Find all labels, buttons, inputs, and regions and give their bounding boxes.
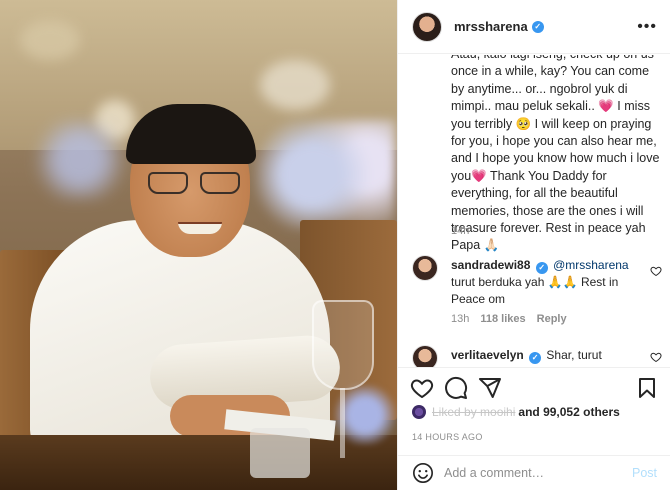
post-photo[interactable] (0, 0, 397, 490)
post-button[interactable]: Post (632, 466, 657, 480)
avatar (412, 405, 426, 419)
verified-badge-icon: ✓ (535, 262, 548, 274)
ellipsis-icon[interactable]: ••• (637, 18, 657, 36)
verified-badge-icon: ✓ (531, 20, 544, 33)
comment-username[interactable]: sandradewi88 (451, 258, 530, 272)
avatar[interactable] (412, 345, 438, 367)
avatar[interactable] (412, 11, 442, 42)
photo-flowers (255, 120, 395, 230)
caption-timestamp[interactable]: 14h (451, 225, 469, 237)
heart-icon[interactable] (410, 376, 434, 400)
post-caption: Atau, kalo lagi iseng, check up on us on… (451, 55, 660, 253)
comment-icon[interactable] (444, 376, 468, 400)
likes-summary[interactable]: Liked by mooihi and 99,052 others (412, 405, 620, 419)
photo-flowers (20, 120, 140, 200)
comment-body: sandradewi88 ✓ @mrssharena turut berduka… (451, 257, 649, 307)
comment-body: verlitaevelyn ✓ Shar, turut (451, 347, 649, 364)
comment-likes[interactable]: 118 likes (480, 313, 525, 325)
glasses-lens (200, 172, 240, 194)
post-timestamp[interactable]: 14 HOURS AGO (412, 432, 483, 442)
liked-by-name: mooihi (480, 405, 516, 419)
list-item: verlitaevelyn ✓ Shar, turut (412, 345, 662, 367)
heart-icon[interactable] (650, 265, 662, 277)
post-username[interactable]: mrssharena (454, 19, 528, 34)
liked-by-text: Liked by mooihi (432, 405, 515, 419)
instagram-post: mrssharena ✓ ••• Atau, kalo lagi iseng, … (0, 0, 670, 490)
comment-text: turut berduka yah 🙏🙏 Rest in Peace om (451, 275, 619, 306)
share-icon[interactable] (478, 376, 502, 400)
photo-smile (178, 222, 222, 234)
action-bar (398, 372, 670, 404)
comments-list[interactable]: Atau, kalo lagi iseng, check up on us on… (398, 55, 670, 367)
comment-time[interactable]: 13h (451, 313, 469, 325)
list-item: sandradewi88 ✓ @mrssharena turut berduka… (412, 255, 662, 335)
photo-cup (250, 428, 310, 478)
divider (398, 367, 670, 368)
comment-mention[interactable]: @mrssharena (553, 258, 629, 272)
liked-by-label: Liked by (432, 405, 477, 419)
comment-text: Shar, turut (546, 348, 602, 362)
bokeh-light (20, 20, 80, 60)
post-header: mrssharena ✓ ••• (398, 0, 670, 54)
post-side-panel: mrssharena ✓ ••• Atau, kalo lagi iseng, … (397, 0, 670, 490)
comment-box: Post (398, 455, 670, 490)
bokeh-light (260, 60, 330, 110)
bookmark-icon[interactable] (635, 376, 659, 400)
comment-meta: 13h 118 likes Reply (451, 313, 567, 325)
comment-input[interactable] (444, 466, 614, 480)
comment-username[interactable]: verlitaevelyn (451, 348, 524, 362)
likes-count[interactable]: and 99,052 others (518, 405, 619, 419)
avatar[interactable] (412, 255, 438, 281)
heart-icon[interactable] (650, 351, 662, 363)
photo-wine-glass (312, 300, 374, 390)
reply-button[interactable]: Reply (537, 313, 567, 325)
glasses-lens (148, 172, 188, 194)
smiley-icon[interactable] (412, 462, 434, 484)
photo-glass-stem (340, 388, 345, 458)
verified-badge-icon: ✓ (529, 352, 542, 364)
